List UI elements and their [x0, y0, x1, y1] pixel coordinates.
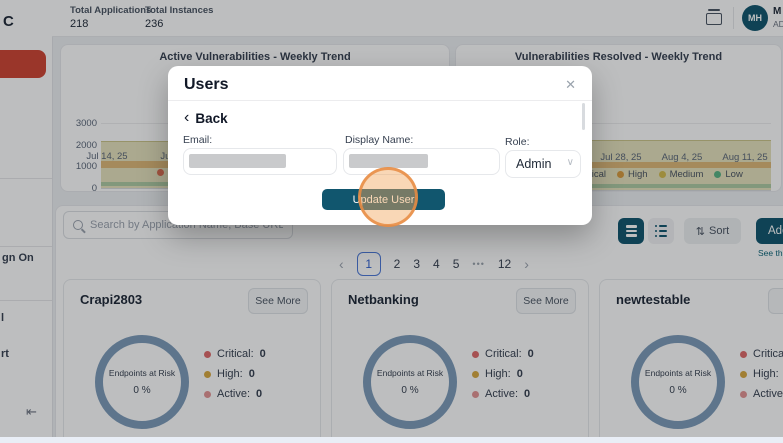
- modal-divider: [168, 100, 592, 101]
- role-label: Role:: [505, 136, 530, 148]
- email-label: Email:: [183, 134, 213, 146]
- chevron-left-icon: ‹: [184, 109, 190, 126]
- close-icon[interactable]: ✕: [565, 77, 576, 93]
- display-name-field[interactable]: [343, 148, 500, 175]
- display-name-label: Display Name:: [345, 134, 414, 146]
- modal-scrollbar[interactable]: [582, 103, 585, 130]
- role-select[interactable]: Admin ∨: [505, 150, 581, 178]
- redacted-email-value: [189, 154, 286, 168]
- click-highlight-ring: [358, 167, 418, 227]
- role-value: Admin: [516, 157, 552, 171]
- dashboard-screen: C gn On l rt ⇤ Total Applications 218 To…: [0, 0, 783, 443]
- modal-title: Users: [184, 76, 229, 93]
- chevron-down-icon: ∨: [566, 157, 574, 168]
- back-label: Back: [195, 110, 228, 126]
- email-field[interactable]: [183, 148, 337, 175]
- redacted-display-name-value: [349, 154, 428, 168]
- back-button[interactable]: ‹ Back: [184, 110, 228, 126]
